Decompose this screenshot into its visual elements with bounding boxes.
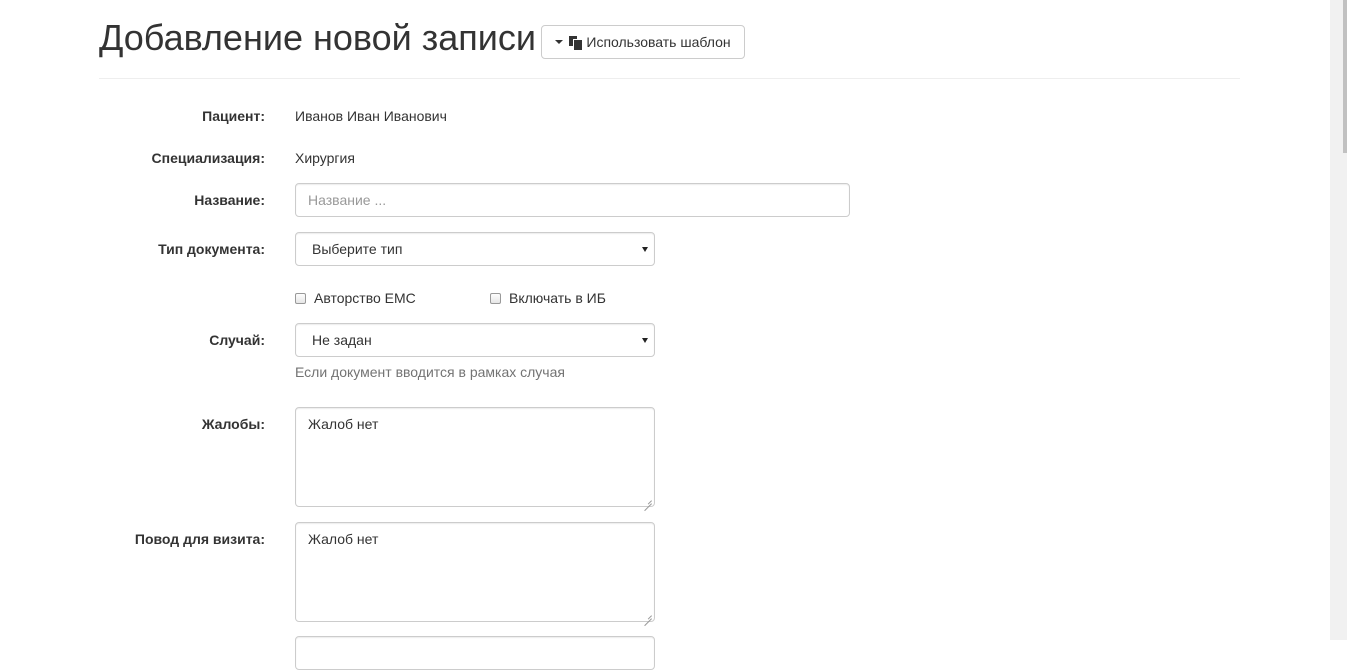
doc-type-label: Тип документа: <box>158 241 265 257</box>
use-template-button[interactable]: Использовать шаблон <box>541 25 745 59</box>
resize-grip-icon[interactable] <box>644 496 652 504</box>
next-field[interactable] <box>295 636 655 670</box>
resize-grip-icon[interactable] <box>644 611 652 619</box>
name-label: Название: <box>194 192 265 208</box>
page-title: Добавление новой записи <box>99 17 536 58</box>
complaints-label: Жалобы: <box>201 416 265 432</box>
specialization-label: Специализация: <box>151 150 265 166</box>
complaints-text: Жалоб нет <box>308 416 379 432</box>
checkbox-ems-authorship[interactable] <box>295 293 306 304</box>
checkbox-ems-authorship-label: Авторство ЕМС <box>314 290 416 306</box>
case-help-text: Если документ вводится в рамках случая <box>295 364 565 380</box>
case-label: Случай: <box>209 332 265 348</box>
scrollbar-thumb[interactable] <box>1343 0 1347 153</box>
name-input[interactable] <box>295 183 850 217</box>
visit-reason-label: Повод для визита: <box>134 531 265 547</box>
dropdown-arrow-icon <box>642 247 648 252</box>
scrollbar[interactable] <box>1330 0 1347 640</box>
visit-reason-textarea[interactable]: Жалоб нет <box>295 522 655 622</box>
dropdown-arrow-icon <box>642 338 648 343</box>
visit-reason-text: Жалоб нет <box>308 531 379 547</box>
use-template-label: Использовать шаблон <box>586 34 731 50</box>
case-select[interactable]: Не задан <box>295 323 655 357</box>
doc-type-selected: Выберите тип <box>312 241 403 257</box>
copy-icon <box>569 35 584 51</box>
complaints-textarea[interactable]: Жалоб нет <box>295 407 655 507</box>
case-selected: Не задан <box>312 332 372 348</box>
caret-down-icon <box>555 40 564 44</box>
specialization-value: Хирургия <box>295 150 355 166</box>
doc-type-select[interactable]: Выберите тип <box>295 232 655 266</box>
checkbox-include-ib[interactable] <box>490 293 501 304</box>
divider <box>99 78 1240 79</box>
patient-label: Пациент: <box>202 108 265 124</box>
patient-value: Иванов Иван Иванович <box>295 108 447 124</box>
checkbox-include-ib-label: Включать в ИБ <box>509 290 606 306</box>
